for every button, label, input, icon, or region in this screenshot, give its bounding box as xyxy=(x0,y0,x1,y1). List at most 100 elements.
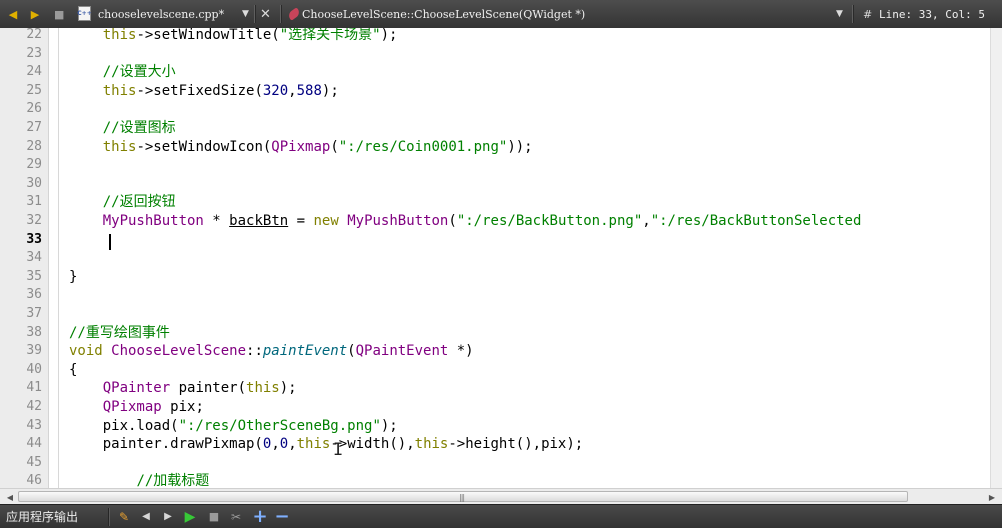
code-text: QPainter painter(this); xyxy=(102,380,297,397)
current-symbol-selector[interactable]: ChooseLevelScene::ChooseLevelScene(QWidg… xyxy=(302,0,585,28)
code-line[interactable]: 31 //返回按钮 xyxy=(0,193,990,212)
code-text: //加载标题 xyxy=(136,473,210,488)
horizontal-scrollbar[interactable]: ◀ ||| ▶ xyxy=(0,488,1002,504)
line-number: 36 xyxy=(26,287,42,303)
line-number: 31 xyxy=(26,194,42,210)
line-number: 46 xyxy=(26,473,42,488)
line-number: 25 xyxy=(26,82,42,98)
code-text: //设置图标 xyxy=(102,120,176,136)
code-line[interactable]: 23 xyxy=(0,45,990,64)
zoom-out-icon[interactable]: − xyxy=(273,505,291,528)
code-text: } xyxy=(69,268,78,285)
code-line[interactable]: 44 painter.drawPixmap(0,0,this->width(),… xyxy=(0,435,990,454)
code-line[interactable]: 45 xyxy=(0,454,990,473)
code-text: this->setWindowIcon(QPixmap(":/res/Coin0… xyxy=(102,138,533,155)
code-line[interactable]: 33 xyxy=(0,231,990,250)
code-text: pix.load(":/res/OtherSceneBg.png"); xyxy=(69,417,398,434)
previous-icon[interactable]: ◀ xyxy=(137,505,155,528)
toolbar-separator xyxy=(852,5,854,23)
back-arrow-icon[interactable]: ◀ xyxy=(4,0,22,28)
output-pane-title[interactable]: 应用程序输出 xyxy=(6,505,78,528)
line-number: 38 xyxy=(26,324,42,340)
line-number: 33 xyxy=(26,231,42,247)
line-number: 43 xyxy=(26,417,42,433)
line-number: 39 xyxy=(26,343,42,359)
toolbar-separator xyxy=(254,5,256,23)
cpp-file-icon: C++ xyxy=(77,6,92,21)
code-text: void ChooseLevelScene::paintEvent(QPaint… xyxy=(69,343,474,360)
editor-toolbar: ◀ ▶ ■ C++ chooselevelscene.cpp* ▼ ✕ Choo… xyxy=(0,0,1002,29)
current-file-name[interactable]: chooselevelscene.cpp* xyxy=(98,0,224,28)
line-number: 27 xyxy=(26,120,42,135)
code-line[interactable]: 22 this->setWindowTitle("选择关卡场景"); xyxy=(0,28,990,45)
line-number: 26 xyxy=(26,101,42,117)
line-number: 44 xyxy=(26,436,42,452)
line-number: 37 xyxy=(26,306,42,321)
code-line[interactable]: 30 xyxy=(0,175,990,194)
code-text: { xyxy=(69,361,78,378)
file-dropdown-arrow[interactable]: ▼ xyxy=(242,0,249,28)
text-caret xyxy=(109,233,111,250)
code-line[interactable]: 27 //设置图标 xyxy=(0,119,990,138)
code-line[interactable]: 32 MyPushButton * backBtn = new MyPushBu… xyxy=(0,212,990,231)
line-number: 45 xyxy=(26,454,42,470)
code-text: //返回按钮 xyxy=(102,194,176,211)
lock-icon: ■ xyxy=(54,7,65,21)
output-pane-toolbar: 应用程序输出 ✎ ◀ ▶ ▶ ■ ✂ + − xyxy=(0,504,1002,528)
code-line[interactable]: 38 //重写绘图事件 xyxy=(0,324,990,343)
line-number: 34 xyxy=(26,250,42,266)
zoom-in-icon[interactable]: + xyxy=(251,505,269,528)
line-number: 40 xyxy=(26,361,42,377)
code-line[interactable]: 37 xyxy=(0,305,990,324)
line-number: 23 xyxy=(26,45,42,61)
code-line[interactable]: 29 xyxy=(0,156,990,175)
line-number: 29 xyxy=(26,157,42,173)
code-editor[interactable]: 22 this->setWindowTitle("选择关卡场景"); 23 24 /… xyxy=(0,28,990,488)
code-line[interactable]: 25 this->setFixedSize(320,588); xyxy=(0,82,990,101)
vertical-scrollbar[interactable] xyxy=(990,28,1002,488)
symbol-dropdown-arrow[interactable]: ▼ xyxy=(836,0,843,28)
code-text: //重写绘图事件 xyxy=(69,324,170,341)
code-text: MyPushButton * backBtn = new MyPushButto… xyxy=(102,213,862,229)
scroll-left-icon[interactable]: ◀ xyxy=(2,490,18,504)
line-column-indicator[interactable]: Line: 33, Col: 5 xyxy=(879,0,985,28)
mouse-ibeam-cursor: I xyxy=(333,440,344,460)
code-line[interactable]: 35} xyxy=(0,268,990,287)
code-line[interactable]: 42 QPixmap pix; xyxy=(0,398,990,417)
code-text: //设置大小 xyxy=(102,64,176,81)
code-line[interactable]: 40 { xyxy=(0,361,990,380)
next-icon[interactable]: ▶ xyxy=(159,505,177,528)
scroll-right-icon[interactable]: ▶ xyxy=(984,490,1000,504)
code-text: this->setFixedSize(320,588); xyxy=(102,82,339,99)
code-line[interactable]: 28 this->setWindowIcon(QPixmap(":/res/Co… xyxy=(0,138,990,157)
run-icon[interactable]: ▶ xyxy=(181,505,199,528)
line-number: 28 xyxy=(26,138,42,154)
code-line[interactable]: 46 //加载标题 xyxy=(0,472,990,488)
line-number: 30 xyxy=(26,175,42,191)
close-document-icon[interactable]: ✕ xyxy=(260,0,271,28)
clean-icon[interactable]: ✂ xyxy=(227,505,245,528)
code-line[interactable]: 26 xyxy=(0,100,990,119)
horizontal-scroll-thumb[interactable]: ||| xyxy=(18,491,908,502)
build-icon[interactable]: ✎ xyxy=(115,505,133,528)
line-number: 22 xyxy=(26,28,42,42)
stop-icon[interactable]: ■ xyxy=(205,505,223,528)
code-line[interactable]: 36 xyxy=(0,286,990,305)
hash-icon: # xyxy=(863,7,873,21)
code-line[interactable]: 34 xyxy=(0,249,990,268)
function-icon xyxy=(286,7,302,21)
code-line[interactable]: 41 QPainter painter(this); xyxy=(0,379,990,398)
line-number: 41 xyxy=(26,380,42,396)
forward-arrow-icon[interactable]: ▶ xyxy=(26,0,44,28)
toolbar-separator xyxy=(108,508,110,526)
grip-icon: ||| xyxy=(459,493,465,502)
line-number: 32 xyxy=(26,213,42,228)
code-line[interactable]: 43 pix.load(":/res/OtherSceneBg.png"); xyxy=(0,417,990,436)
code-line[interactable]: 24 //设置大小 xyxy=(0,63,990,82)
code-text: QPixmap pix; xyxy=(102,399,204,415)
line-number: 42 xyxy=(26,399,42,414)
code-line[interactable]: 39 void ChooseLevelScene::paintEvent(QPai… xyxy=(0,342,990,361)
line-number: 24 xyxy=(26,64,42,80)
code-text: painter.drawPixmap(0,0,this->width(),thi… xyxy=(69,436,584,453)
code-text: this->setWindowTitle("选择关卡场景"); xyxy=(102,28,398,43)
